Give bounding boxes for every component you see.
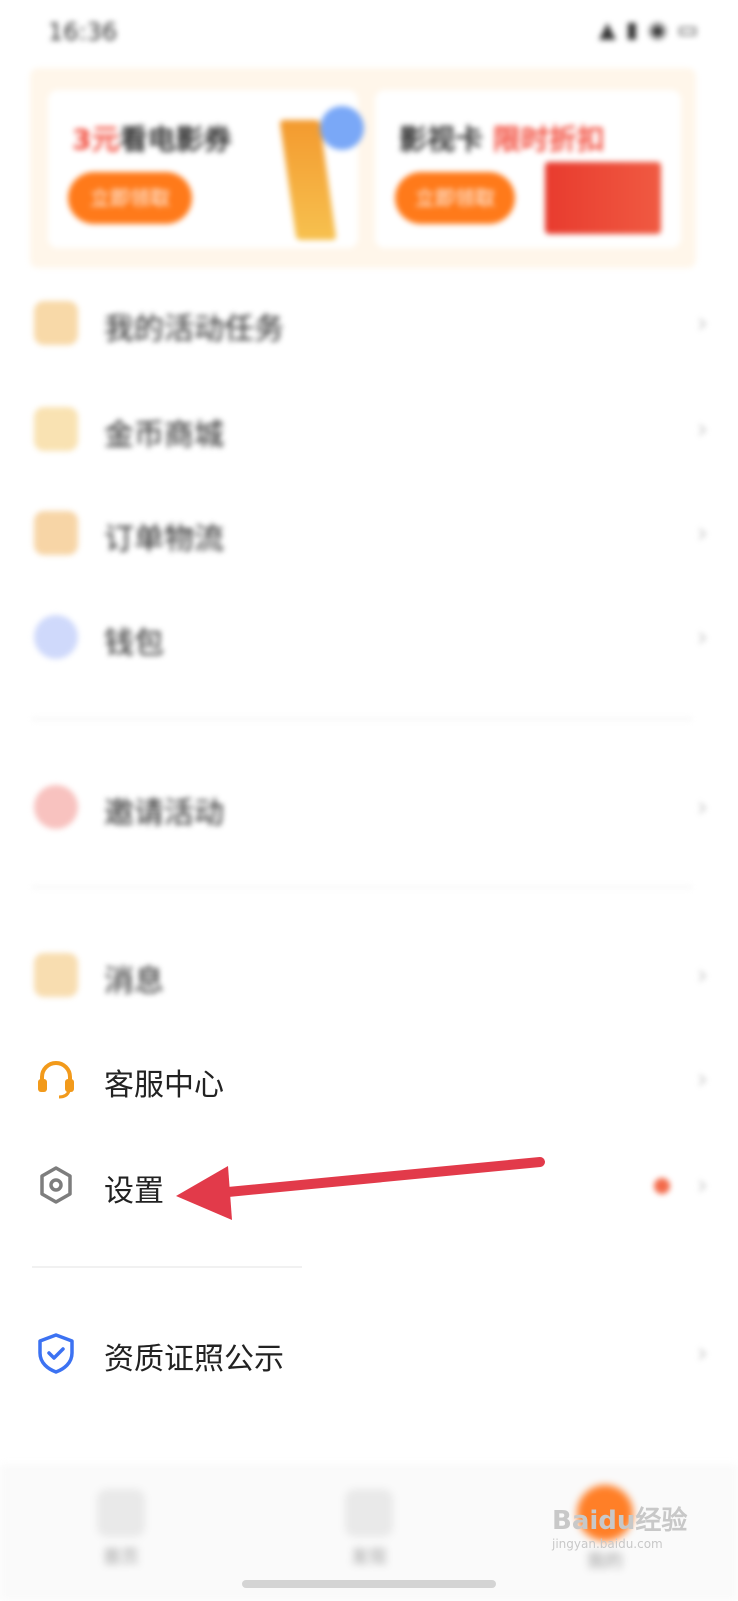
invite-icon bbox=[34, 785, 78, 829]
menu-item-label: 设置 bbox=[104, 1174, 164, 1209]
watermark: Baidu经验 jingyan.baidu.com bbox=[552, 1500, 687, 1551]
nav-tab-discover[interactable]: 发现 bbox=[324, 1485, 414, 1585]
promo-card-title: 影视卡 限时折扣 bbox=[399, 123, 605, 156]
promo-claim-button[interactable]: 立即领取 bbox=[68, 172, 192, 224]
battery-icon: ▭ bbox=[677, 18, 698, 43]
message-icon bbox=[34, 953, 78, 997]
chevron-right-icon: › bbox=[696, 620, 708, 653]
chevron-right-icon: › bbox=[696, 1062, 708, 1095]
menu-item-label: 资质证照公示 bbox=[104, 1342, 284, 1377]
gear-icon bbox=[40, 1166, 72, 1204]
menu-item-label: 客服中心 bbox=[104, 1068, 224, 1103]
nav-tab-home[interactable]: 首页 bbox=[76, 1485, 166, 1585]
notification-dot bbox=[654, 1178, 670, 1194]
wallet-icon bbox=[34, 615, 78, 659]
menu-item-settings[interactable]: 设置 › bbox=[0, 1140, 738, 1230]
shield-check-icon bbox=[38, 1333, 74, 1374]
wifi-icon: ◉ bbox=[648, 18, 668, 43]
chevron-right-icon: › bbox=[696, 1336, 708, 1369]
promo-ball-illustration bbox=[320, 106, 364, 150]
menu-item-tasks[interactable]: 我的活动任务 › bbox=[0, 278, 738, 368]
promo-card-right[interactable]: 影视卡 限时折扣 立即领取 bbox=[375, 90, 681, 248]
section-divider bbox=[32, 718, 692, 720]
menu-item-invite[interactable]: 邀请活动 › bbox=[0, 762, 738, 852]
chevron-right-icon: › bbox=[696, 1168, 708, 1201]
status-time: 16:36 bbox=[48, 18, 118, 46]
watermark-brand: Baidu经验 bbox=[552, 1506, 688, 1536]
menu-item-customer-service[interactable]: 客服中心 › bbox=[0, 1034, 738, 1124]
menu-item-label: 邀请活动 bbox=[104, 796, 224, 831]
promo-gift-illustration bbox=[545, 162, 661, 234]
promo-card-title: 3元看电影券 bbox=[72, 123, 232, 156]
menu-item-certificates[interactable]: 资质证照公示 › bbox=[0, 1308, 738, 1398]
menu-item-label: 消息 bbox=[104, 964, 164, 999]
home-indicator[interactable] bbox=[242, 1580, 496, 1588]
chevron-right-icon: › bbox=[696, 306, 708, 339]
task-icon bbox=[34, 301, 78, 345]
promo-claim-button[interactable]: 立即领取 bbox=[395, 172, 515, 224]
nav-tab-label: 首页 bbox=[103, 1547, 139, 1568]
section-divider bbox=[32, 886, 692, 888]
menu-item-label: 我的活动任务 bbox=[104, 312, 284, 347]
status-bar: 16:36 ▲ ▮ ◉ ▭ bbox=[0, 0, 738, 64]
sim-icon: ▮ bbox=[625, 18, 638, 43]
menu-item-messages[interactable]: 消息 › bbox=[0, 930, 738, 1020]
chevron-right-icon: › bbox=[696, 412, 708, 445]
signal-icon: ▲ bbox=[598, 18, 616, 43]
chevron-right-icon: › bbox=[696, 790, 708, 823]
menu-item-orders[interactable]: 订单物流 › bbox=[0, 488, 738, 578]
chevron-right-icon: › bbox=[696, 958, 708, 991]
nav-tab-label: 发现 bbox=[351, 1547, 387, 1568]
discover-icon bbox=[345, 1489, 393, 1537]
section-divider bbox=[32, 1266, 302, 1268]
headset-icon bbox=[38, 1061, 74, 1099]
menu-item-label: 订单物流 bbox=[104, 522, 224, 557]
promo-banner: 3元看电影券 立即领取 影视卡 限时折扣 立即领取 bbox=[30, 68, 696, 268]
menu-item-coin-mall[interactable]: 金币商城 › bbox=[0, 384, 738, 474]
watermark-url: jingyan.baidu.com bbox=[552, 1537, 663, 1551]
order-icon bbox=[34, 511, 78, 555]
home-icon bbox=[97, 1489, 145, 1537]
chevron-right-icon: › bbox=[696, 516, 708, 549]
coin-icon bbox=[34, 407, 78, 451]
menu-item-label: 金币商城 bbox=[104, 418, 224, 453]
menu-item-wallet[interactable]: 钱包 › bbox=[0, 592, 738, 682]
menu-item-label: 钱包 bbox=[104, 626, 164, 661]
promo-card-left[interactable]: 3元看电影券 立即领取 bbox=[48, 90, 364, 248]
status-icons: ▲ ▮ ◉ ▭ bbox=[599, 18, 698, 43]
